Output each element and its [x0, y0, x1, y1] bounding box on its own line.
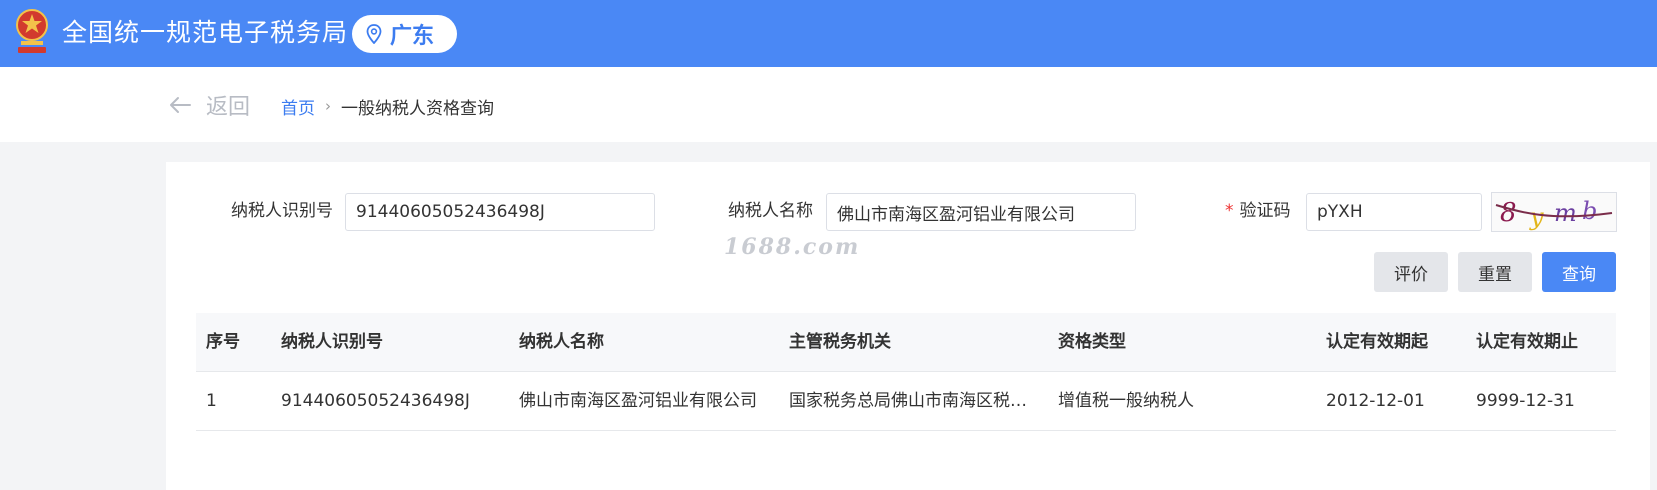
- table-header-row: 序号 纳税人识别号 纳税人名称 主管税务机关 资格类型 认定有效期起 认定有效期…: [196, 313, 1616, 372]
- column-header-taxpayer-name: 纳税人名称: [519, 332, 604, 352]
- location-pin-icon: [366, 24, 382, 44]
- cell-index: 1: [206, 391, 217, 411]
- arrow-left-icon: [170, 97, 191, 113]
- region-selector[interactable]: 广东: [352, 15, 457, 53]
- column-header-valid-to: 认定有效期止: [1476, 332, 1578, 352]
- captcha-image[interactable]: 8 y m b: [1491, 192, 1617, 232]
- taxpayer-id-input[interactable]: [345, 193, 655, 231]
- breadcrumb-home-link[interactable]: 首页: [281, 94, 315, 119]
- column-header-valid-from: 认定有效期起: [1326, 332, 1428, 352]
- captcha-char-4: b: [1582, 197, 1597, 225]
- breadcrumb-current: 一般纳税人资格查询: [341, 98, 494, 119]
- column-header-taxpayer-id: 纳税人识别号: [281, 332, 383, 352]
- column-header-qualification-type: 资格类型: [1058, 332, 1126, 352]
- captcha-input[interactable]: [1306, 193, 1482, 231]
- column-header-tax-authority: 主管税务机关: [789, 332, 891, 352]
- column-header-index: 序号: [206, 332, 240, 352]
- taxpayer-name-label: 纳税人名称: [728, 201, 813, 221]
- query-button[interactable]: 查询: [1542, 252, 1616, 292]
- breadcrumb: 首页 › 一般纳税人资格查询: [281, 93, 494, 119]
- breadcrumb-bar: 返回 首页 › 一般纳税人资格查询: [0, 67, 1657, 142]
- breadcrumb-separator: ›: [325, 97, 331, 115]
- cell-taxpayer-id: 91440605052436498J: [281, 391, 470, 411]
- taxpayer-name-input[interactable]: [826, 193, 1136, 231]
- top-header-bar: 全国统一规范电子税务局 广东: [0, 0, 1657, 67]
- captcha-char-2: y: [1529, 203, 1544, 231]
- back-button[interactable]: 返回: [168, 90, 250, 120]
- cell-qualification-type: 增值税一般纳税人: [1058, 391, 1194, 411]
- table-row[interactable]: 1 91440605052436498J 佛山市南海区盈河铝业有限公司 国家税务…: [196, 372, 1616, 431]
- captcha-label-wrap: * 验证码: [1225, 199, 1291, 223]
- site-title[interactable]: 全国统一规范电子税务局: [62, 17, 348, 49]
- national-emblem-icon: [12, 6, 52, 58]
- required-mark: *: [1225, 201, 1234, 221]
- watermark-text: 1688.com: [724, 234, 861, 260]
- captcha-label: 验证码: [1239, 201, 1291, 221]
- region-label: 广东: [390, 24, 435, 49]
- cell-taxpayer-name: 佛山市南海区盈河铝业有限公司: [519, 391, 757, 411]
- cell-valid-from: 2012-12-01: [1326, 391, 1425, 411]
- captcha-char-1: 8: [1500, 198, 1517, 228]
- cell-valid-to: 9999-12-31: [1476, 391, 1575, 411]
- taxpayer-id-label: 纳税人识别号: [231, 201, 333, 221]
- reset-button[interactable]: 重置: [1458, 252, 1532, 292]
- back-label: 返回: [206, 95, 251, 120]
- rate-button[interactable]: 评价: [1374, 252, 1448, 292]
- query-card: 纳税人识别号 纳税人名称 *验证码 8 y m b 1688.com 评价 重置…: [166, 162, 1650, 490]
- result-table: 序号 纳税人识别号 纳税人名称 主管税务机关 资格类型 认定有效期起 认定有效期…: [196, 313, 1616, 431]
- cell-tax-authority: 国家税务总局佛山市南海区税…: [789, 391, 1027, 411]
- captcha-char-3: m: [1554, 199, 1577, 227]
